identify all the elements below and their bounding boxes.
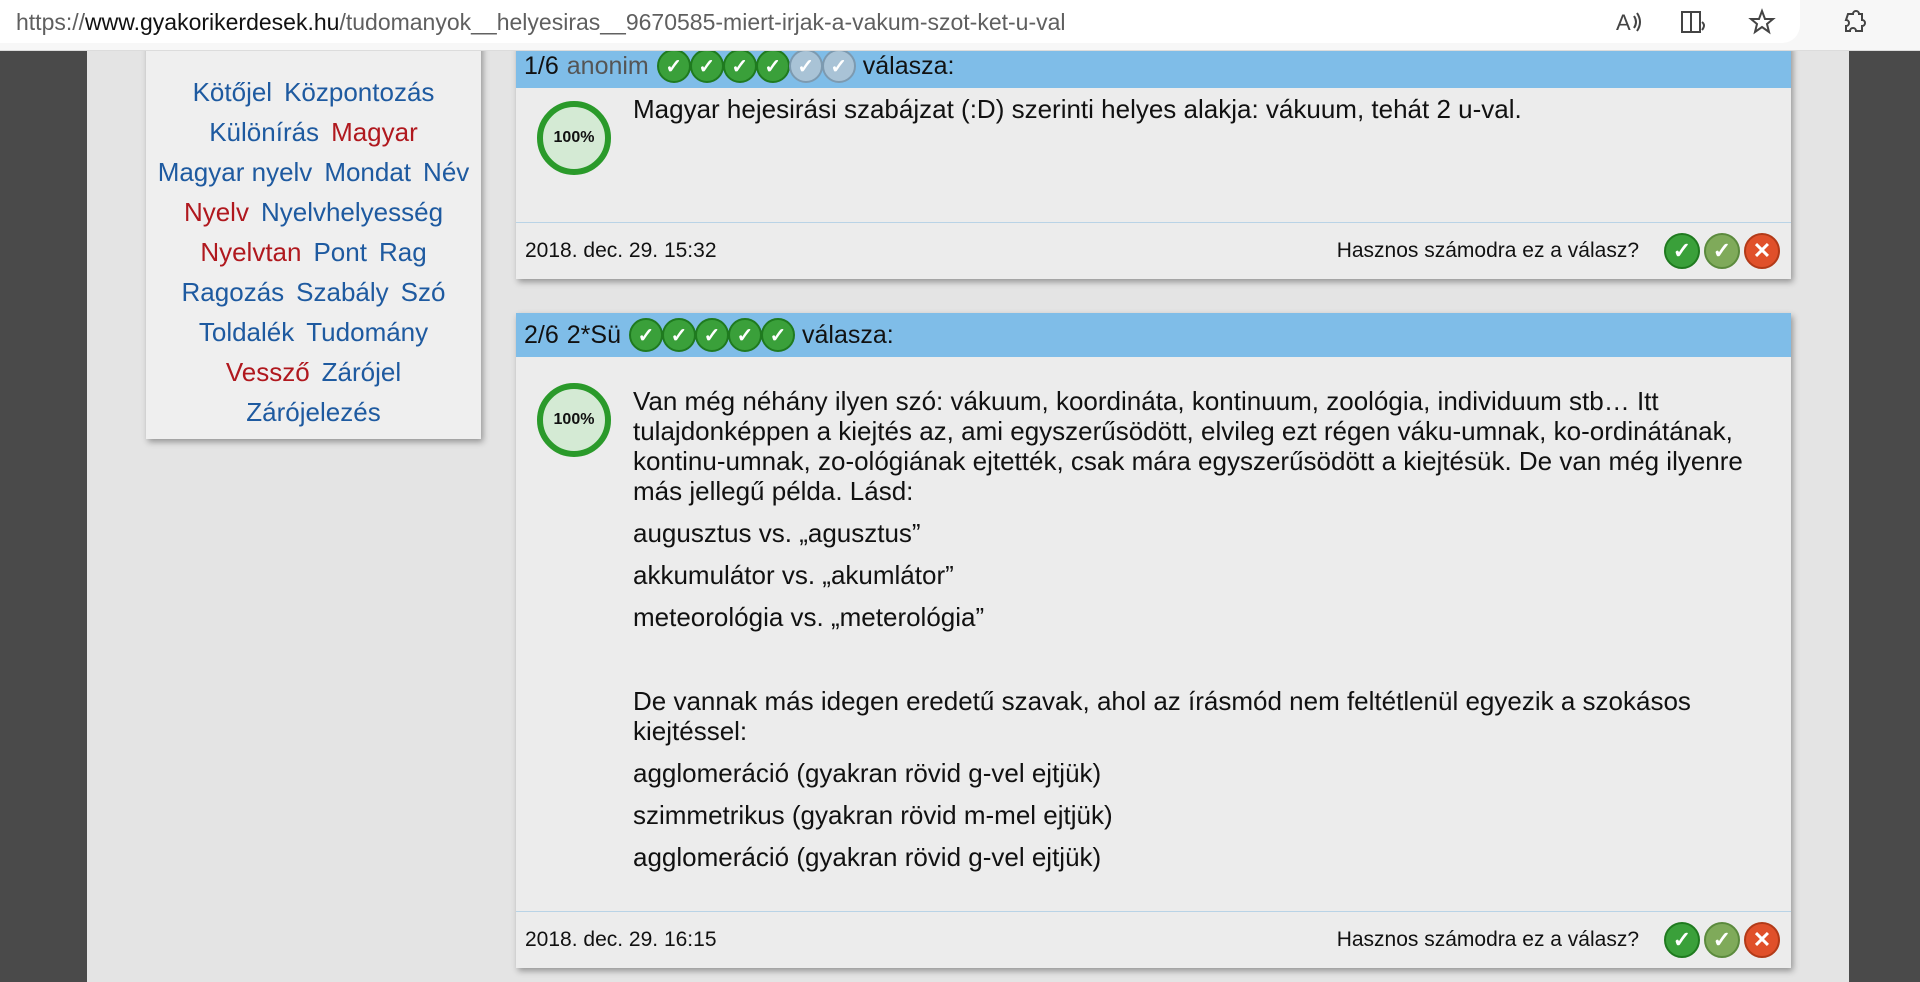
- tag-line-5: Nyelvtan Pont Rag: [146, 237, 481, 268]
- check-icon: ✓: [656, 51, 691, 83]
- tag-link[interactable]: Nyelvtan: [200, 237, 301, 267]
- answer-index: 1/6: [524, 51, 559, 80]
- tag-line-6: Ragozás Szabály Szó: [146, 277, 481, 308]
- tag-link[interactable]: Szabály: [296, 277, 389, 307]
- vote-partial-button[interactable]: ✓: [1704, 922, 1740, 958]
- answer-paragraph: Van még néhány ilyen szó: vákuum, koordi…: [633, 386, 1743, 506]
- helpful-question: Hasznos számodra ez a válasz?: [1336, 928, 1639, 951]
- tag-line-2: Különírás Magyar: [146, 117, 481, 148]
- url-host: www.gyakorikerdesek.hu: [85, 9, 340, 35]
- tag-link[interactable]: Zárójelezés: [246, 397, 380, 427]
- page-content: Kötőjel Központozás Különírás Magyar Magya…: [87, 51, 1849, 982]
- url-path: /tudomanyok__helyesiras__9670585-miert-i…: [339, 9, 1066, 35]
- tag-line-9: Zárójelezés: [146, 397, 481, 428]
- tag-link[interactable]: Nyelvhelyesség: [261, 197, 443, 227]
- tag-link[interactable]: Pont: [313, 237, 367, 267]
- tag-line-1: Kötőjel Központozás: [146, 77, 481, 108]
- helpfulness-badge: 100%: [537, 383, 611, 457]
- answer-header: 1/6 anonim ✓ ✓ ✓ ✓ ✓ ✓ válasza:: [516, 51, 1791, 88]
- answer-header: 2/6 2*Sü ✓ ✓ ✓ ✓ ✓ válasza:: [516, 313, 1791, 357]
- tag-link[interactable]: Központozás: [284, 77, 434, 107]
- tag-link[interactable]: Különírás: [209, 117, 319, 147]
- answer-footer: 2018. dec. 29. 15:32 Hasznos számodra ez…: [516, 222, 1791, 279]
- answer-body: Van még néhány ilyen szó: vákuum, koordi…: [633, 386, 1773, 884]
- tag-cloud: Kötőjel Központozás Különírás Magyar Magya…: [146, 51, 481, 439]
- favorite-star-icon[interactable]: [1746, 6, 1778, 38]
- tag-line-partial: [146, 51, 481, 66]
- url-scheme: https://: [16, 9, 86, 35]
- tag-link[interactable]: Zárójel: [322, 357, 401, 387]
- tag-link[interactable]: Rag: [379, 237, 427, 267]
- tag-link[interactable]: Tudomány: [306, 317, 428, 347]
- answer-paragraph: akkumulátor vs. „akumlátor”: [633, 560, 954, 590]
- check-icon: ✓: [788, 51, 823, 83]
- tag-line-3: Magyar nyelv Mondat Név: [146, 157, 481, 188]
- tag-link[interactable]: Szó: [401, 277, 446, 307]
- answer-author: anonim: [566, 51, 649, 80]
- tag-link[interactable]: Magyar: [331, 117, 418, 147]
- tag-link[interactable]: Vessző: [226, 357, 310, 387]
- check-icon: ✓: [760, 318, 795, 352]
- check-icon: ✓: [689, 51, 724, 83]
- answer-paragraph: De vannak más idegen eredetű szavak, aho…: [633, 686, 1691, 746]
- immersive-reader-icon[interactable]: [1679, 6, 1711, 38]
- answer-paragraph: [633, 644, 1773, 674]
- address-bar[interactable]: https://www.gyakorikerdesek.hu/tudomanyo…: [0, 0, 1800, 43]
- check-icon: ✓: [755, 51, 790, 83]
- rating-checks: ✓ ✓ ✓ ✓ ✓ ✓: [656, 51, 856, 83]
- answer-paragraph: meteorológia vs. „meterológia”: [633, 602, 985, 632]
- answer-card-2: 2/6 2*Sü ✓ ✓ ✓ ✓ ✓ válasza: 100% Van még néh…: [516, 313, 1791, 968]
- answer-date: 2018. dec. 29. 16:15: [525, 928, 717, 951]
- tag-link[interactable]: Kötőjel: [193, 77, 273, 107]
- vote-partial-button[interactable]: ✓: [1704, 233, 1740, 269]
- vote-yes-button[interactable]: ✓: [1664, 233, 1700, 269]
- answer-footer: 2018. dec. 29. 16:15 Hasznos számodra ez…: [516, 911, 1791, 968]
- check-icon: ✓: [821, 51, 856, 83]
- answer-author: 2*Sü: [566, 320, 621, 349]
- answer-paragraph: agglomeráció (gyakran rövid g-vel ejtjük…: [633, 842, 1102, 872]
- extensions-icon[interactable]: [1838, 6, 1870, 38]
- tag-line-4: Nyelv Nyelvhelyesség: [146, 197, 481, 228]
- answer-card-1: 1/6 anonim ✓ ✓ ✓ ✓ ✓ ✓ válasza: 100% Magyar h…: [516, 51, 1791, 279]
- helpfulness-badge: 100%: [537, 101, 611, 175]
- tag-line-7: Toldalék Tudomány: [146, 317, 481, 348]
- url-text[interactable]: https://www.gyakorikerdesek.hu/tudomanyo…: [16, 9, 1066, 36]
- tag-link[interactable]: Magyar nyelv: [158, 157, 313, 187]
- svg-text:A: A: [1616, 10, 1631, 35]
- check-icon: ✓: [628, 318, 663, 352]
- check-icon: ✓: [661, 318, 696, 352]
- tag-link[interactable]: Nyelv: [184, 197, 249, 227]
- answer-body: Magyar hejesirási szabájzat (:D) szerint…: [633, 94, 1773, 136]
- tag-link[interactable]: Mondat: [324, 157, 411, 187]
- helpful-question: Hasznos számodra ez a válasz?: [1336, 239, 1639, 262]
- vote-no-button[interactable]: ✕: [1744, 922, 1780, 958]
- answer-paragraph: agglomeráció (gyakran rövid g-vel ejtjük…: [633, 758, 1102, 788]
- vote-yes-button[interactable]: ✓: [1664, 922, 1700, 958]
- check-icon: ✓: [722, 51, 757, 83]
- answer-suffix: válasza:: [801, 320, 894, 349]
- rating-checks: ✓ ✓ ✓ ✓ ✓: [628, 318, 795, 352]
- answer-suffix: válasza:: [862, 51, 955, 80]
- browser-toolbar: https://www.gyakorikerdesek.hu/tudomanyo…: [0, 0, 1920, 51]
- vote-no-button[interactable]: ✕: [1744, 233, 1780, 269]
- answer-date: 2018. dec. 29. 15:32: [525, 239, 717, 262]
- tag-link[interactable]: Toldalék: [199, 317, 294, 347]
- answer-paragraph: Magyar hejesirási szabájzat (:D) szerint…: [633, 94, 1522, 124]
- answer-paragraph: szimmetrikus (gyakran rövid m-mel ejtjük…: [633, 800, 1113, 830]
- tag-line-8: Vessző Zárójel: [146, 357, 481, 388]
- tag-link[interactable]: Név: [423, 157, 469, 187]
- read-aloud-icon[interactable]: A: [1612, 6, 1644, 38]
- check-icon: ✓: [694, 318, 729, 352]
- tag-link[interactable]: Ragozás: [182, 277, 285, 307]
- answer-index: 2/6: [524, 320, 559, 349]
- answer-paragraph: augusztus vs. „agusztus”: [633, 518, 921, 548]
- check-icon: ✓: [727, 318, 762, 352]
